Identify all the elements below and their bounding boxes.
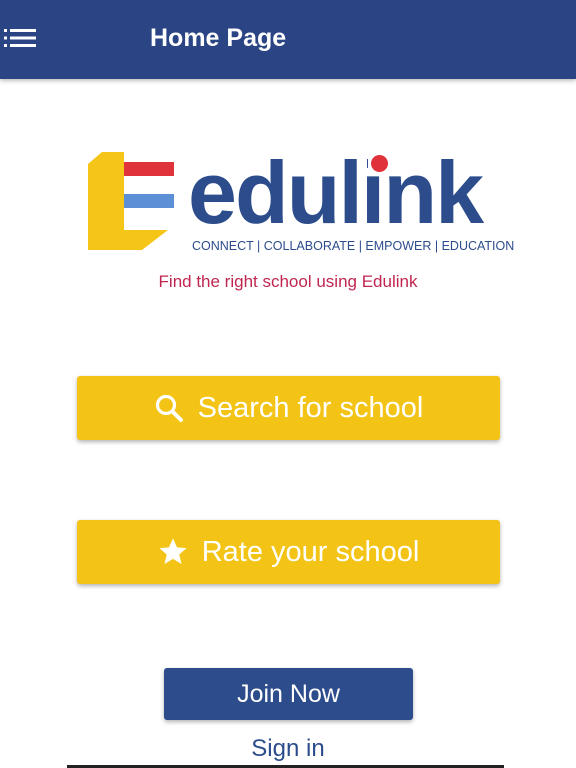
- star-icon: [158, 537, 188, 567]
- subtitle: Find the right school using Edulink: [158, 272, 418, 291]
- logo-tagline: CONNECT | COLLABORATE | EMPOWER | EDUCAT…: [192, 239, 515, 253]
- sign-in-link[interactable]: Sign in: [0, 734, 576, 764]
- hamburger-menu-icon[interactable]: [4, 28, 36, 48]
- logo-red-dot-icon: [371, 155, 388, 172]
- join-now-button[interactable]: Join Now: [164, 668, 413, 720]
- search-icon: [154, 393, 184, 423]
- logo-wordmark: edulink: [188, 143, 484, 242]
- rate-your-school-button[interactable]: Rate your school: [77, 520, 500, 584]
- edulink-logo: edulink CONNECT | COLLABORATE | EMPOWER …: [84, 146, 514, 258]
- page-title: Home Page: [150, 24, 287, 52]
- rate-button-label: Rate your school: [201, 536, 420, 568]
- edulink-logo-mark-icon: [88, 152, 174, 250]
- join-button-label: Join Now: [237, 680, 340, 708]
- search-for-school-button[interactable]: Search for school: [77, 376, 500, 440]
- app-bar: Home Page: [0, 0, 576, 79]
- search-button-label: Search for school: [197, 392, 424, 424]
